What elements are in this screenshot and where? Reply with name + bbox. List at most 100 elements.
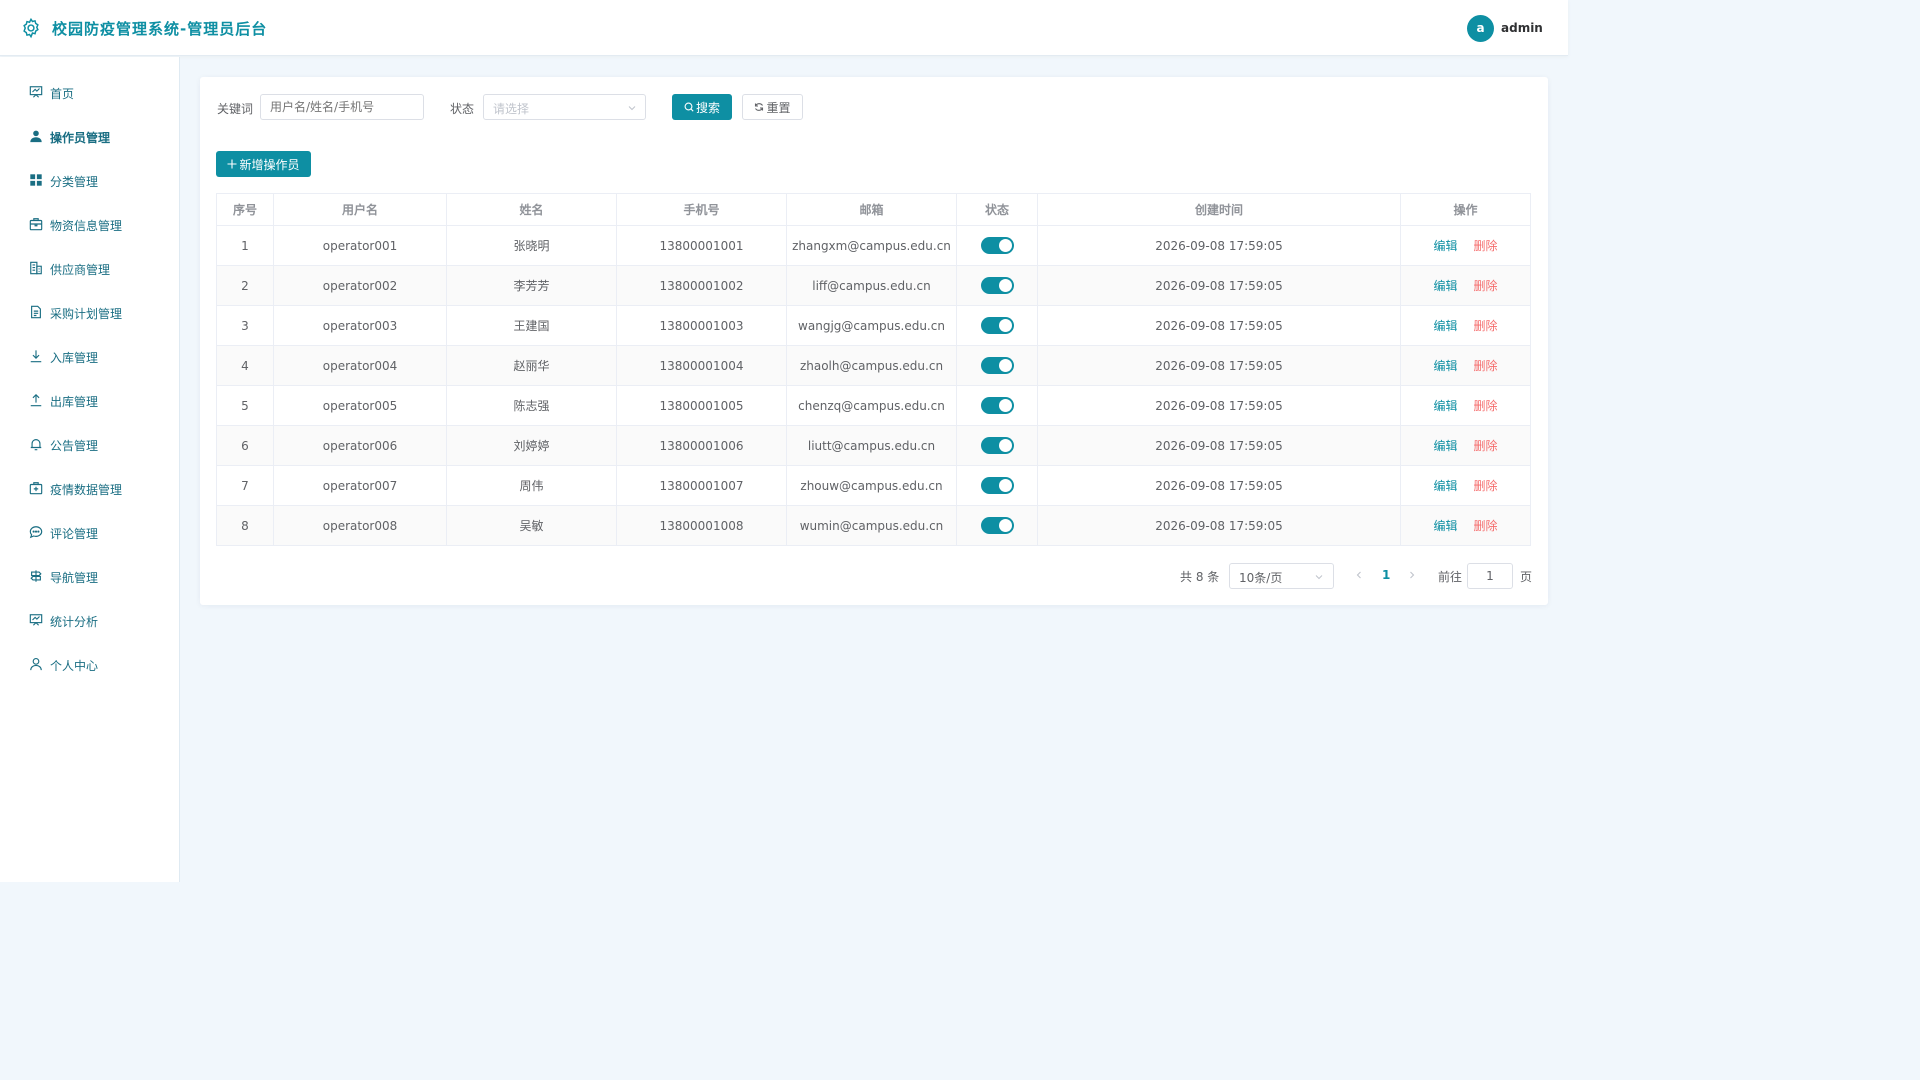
- email-cell: zhangxm@campus.edu.cn: [787, 226, 957, 266]
- current-page[interactable]: 1: [1382, 568, 1390, 582]
- status-toggle[interactable]: [980, 277, 1014, 294]
- grid-icon: [30, 174, 42, 186]
- sidebar-item-profile[interactable]: 个人中心: [0, 643, 179, 687]
- phone-cell: 13800001007: [617, 466, 787, 506]
- status-cell: [957, 226, 1038, 266]
- main-card: 关键词 状态 请选择 搜索 重置 新增操作员 序号用户名姓名手机号邮箱状态创建时…: [200, 77, 1548, 605]
- username-cell: operator003: [274, 306, 447, 346]
- prev-page-icon[interactable]: [1354, 570, 1364, 580]
- page-size-select[interactable]: 10条/页: [1229, 563, 1334, 589]
- email-cell: wangjg@campus.edu.cn: [787, 306, 957, 346]
- phone-cell: 13800001004: [617, 346, 787, 386]
- search-button[interactable]: 搜索: [672, 94, 732, 120]
- sidebar-item-outbound[interactable]: 出库管理: [0, 379, 179, 423]
- index-cell: 4: [217, 346, 274, 386]
- sidebar-item-navigation[interactable]: 导航管理: [0, 555, 179, 599]
- status-toggle[interactable]: [980, 357, 1014, 374]
- index-cell: 2: [217, 266, 274, 306]
- sidebar-item-suppliers[interactable]: 供应商管理: [0, 247, 179, 291]
- add-operator-button[interactable]: 新增操作员: [216, 151, 311, 177]
- edit-link[interactable]: 编辑: [1433, 357, 1457, 374]
- status-toggle[interactable]: [980, 437, 1014, 454]
- delete-link[interactable]: 删除: [1474, 437, 1498, 454]
- name-cell: 赵丽华: [447, 346, 617, 386]
- delete-link[interactable]: 删除: [1474, 317, 1498, 334]
- delete-link[interactable]: 删除: [1474, 397, 1498, 414]
- delete-link[interactable]: 删除: [1474, 237, 1498, 254]
- status-toggle[interactable]: [980, 517, 1014, 534]
- sidebar-item-announcements[interactable]: 公告管理: [0, 423, 179, 467]
- status-toggle[interactable]: [980, 477, 1014, 494]
- sidebar-item-label: 物资信息管理: [50, 219, 123, 233]
- sidebar-item-label: 采购计划管理: [50, 307, 123, 321]
- sidebar: 首页 操作员管理 分类管理 物资信息管理 供应商管理 采购计划管理 入库管理 出…: [0, 57, 180, 882]
- sidebar-item-comments[interactable]: 评论管理: [0, 511, 179, 555]
- medical-box-icon: [29, 482, 43, 495]
- chevron-down-icon: [628, 106, 636, 111]
- sidebar-item-label: 个人中心: [50, 659, 99, 673]
- delete-link[interactable]: 删除: [1474, 277, 1498, 294]
- actions-cell: 编辑 删除: [1401, 426, 1531, 466]
- edit-link[interactable]: 编辑: [1433, 317, 1457, 334]
- keyword-input[interactable]: [260, 94, 424, 120]
- reset-button[interactable]: 重置: [742, 94, 803, 120]
- sidebar-item-label: 疫情数据管理: [50, 483, 123, 497]
- delete-link[interactable]: 删除: [1474, 357, 1498, 374]
- guide-icon: [30, 570, 42, 582]
- delete-link[interactable]: 删除: [1474, 517, 1498, 534]
- status-label: 状态: [450, 102, 475, 116]
- edit-link[interactable]: 编辑: [1433, 397, 1457, 414]
- status-toggle[interactable]: [980, 397, 1014, 414]
- edit-link[interactable]: 编辑: [1433, 277, 1457, 294]
- box-icon: [29, 218, 43, 231]
- sidebar-item-label: 首页: [50, 87, 75, 101]
- index-cell: 8: [217, 506, 274, 546]
- edit-link[interactable]: 编辑: [1433, 477, 1457, 494]
- add-operator-label: 新增操作员: [239, 157, 300, 172]
- phone-cell: 13800001008: [617, 506, 787, 546]
- name-cell: 王建国: [447, 306, 617, 346]
- sidebar-item-categories[interactable]: 分类管理: [0, 159, 179, 203]
- delete-link[interactable]: 删除: [1474, 477, 1498, 494]
- sidebar-item-epidemic-data[interactable]: 疫情数据管理: [0, 467, 179, 511]
- table-row: 2 operator002 李芳芳 13800001002 liff@campus.ed…: [217, 266, 1531, 306]
- status-toggle[interactable]: [980, 317, 1014, 334]
- sidebar-item-operators[interactable]: 操作员管理: [0, 115, 179, 159]
- created-cell: 2026-09-08 17:59:05: [1038, 466, 1401, 506]
- pagination-total: 共 8 条: [1180, 570, 1220, 584]
- plus-icon: [227, 159, 237, 169]
- document-icon: [31, 305, 41, 319]
- sidebar-item-inbound[interactable]: 入库管理: [0, 335, 179, 379]
- created-header: 创建时间: [1038, 194, 1401, 226]
- sidebar-item-statistics[interactable]: 统计分析: [0, 599, 179, 643]
- goto-page-input[interactable]: [1467, 563, 1513, 589]
- table-header-row: 序号 用户名 姓名 手机号 邮箱 状态 创建时间 操作: [217, 194, 1531, 226]
- table-row: 1 operator001 张晓明 13800001001 zhangxm@campus…: [217, 226, 1531, 266]
- avatar[interactable]: a: [1467, 15, 1494, 42]
- next-page-icon[interactable]: [1407, 570, 1417, 580]
- status-cell: [957, 506, 1038, 546]
- status-cell: [957, 306, 1038, 346]
- sidebar-item-label: 供应商管理: [50, 263, 111, 277]
- name-cell: 吴敏: [447, 506, 617, 546]
- sidebar-item-purchase-plans[interactable]: 采购计划管理: [0, 291, 179, 335]
- created-cell: 2026-09-08 17:59:05: [1038, 386, 1401, 426]
- sidebar-item-home[interactable]: 首页: [0, 71, 179, 115]
- person-icon: [30, 658, 42, 671]
- table-row: 4 operator004 赵丽华 13800001004 zhaolh@campus.…: [217, 346, 1531, 386]
- sidebar-item-materials[interactable]: 物资信息管理: [0, 203, 179, 247]
- username-cell: operator007: [274, 466, 447, 506]
- actions-cell: 编辑 删除: [1401, 266, 1531, 306]
- email-header: 邮箱: [787, 194, 957, 226]
- user-name[interactable]: admin: [1501, 21, 1543, 35]
- edit-link[interactable]: 编辑: [1433, 437, 1457, 454]
- table-row: 5 operator005 陈志强 13800001005 chenzq@campus.…: [217, 386, 1531, 426]
- status-toggle[interactable]: [980, 237, 1014, 254]
- goto-label: 前往: [1438, 570, 1463, 584]
- status-select[interactable]: 请选择: [483, 94, 646, 120]
- search-icon: [684, 102, 694, 112]
- bell-icon: [30, 439, 42, 451]
- created-cell: 2026-09-08 17:59:05: [1038, 266, 1401, 306]
- edit-link[interactable]: 编辑: [1433, 237, 1457, 254]
- edit-link[interactable]: 编辑: [1433, 517, 1457, 534]
